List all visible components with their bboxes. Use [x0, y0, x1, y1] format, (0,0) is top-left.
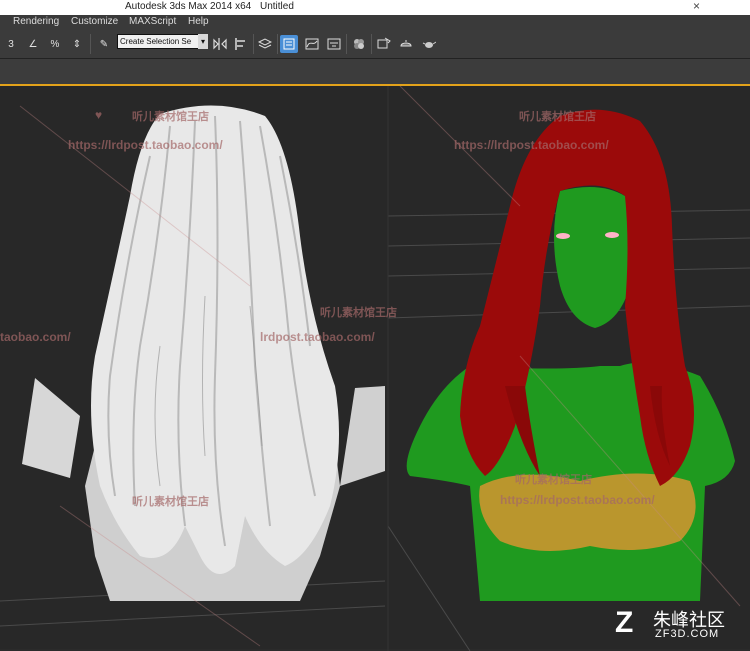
rendered-frame-icon[interactable]	[397, 35, 415, 53]
menu-bar: Rendering Customize MAXScript Help	[0, 15, 750, 30]
material-editor-icon[interactable]	[350, 35, 368, 53]
right-character-model	[406, 109, 735, 601]
left-hair-model	[22, 105, 385, 601]
angle-snap-icon[interactable]: ∠	[24, 35, 42, 53]
percent-snap-icon[interactable]: %	[46, 35, 64, 53]
watermark-heart-icon: ♥	[95, 108, 103, 122]
menu-customize[interactable]: Customize	[71, 16, 118, 27]
toolbar-divider	[346, 34, 347, 54]
brand-url: ZF3D.COM	[655, 628, 720, 640]
named-selection-set-field[interactable]: Create Selection Se	[117, 34, 201, 49]
title-bar: Autodesk 3ds Max 2014 x64 Untitled ×	[0, 0, 750, 15]
command-ribbon-area	[0, 59, 750, 84]
menu-rendering[interactable]: Rendering	[13, 16, 59, 27]
watermark-shop-name: 听儿素材馆王店	[132, 111, 209, 123]
close-icon[interactable]: ×	[693, 0, 700, 13]
site-brand-watermark: Z 朱峰社区 ZF3D.COM	[615, 604, 745, 644]
brand-logo-icon: Z	[615, 606, 634, 639]
toolbar-divider	[253, 34, 254, 54]
app-title: Autodesk 3ds Max 2014 x64	[125, 1, 252, 12]
perspective-viewport[interactable]: ♥ 听儿素材馆王店 https://lrdpost.taobao.com/ ht…	[0, 84, 750, 651]
mirror-icon[interactable]	[211, 35, 229, 53]
schematic-view-icon[interactable]	[325, 35, 343, 53]
render-teapot-icon[interactable]	[420, 35, 438, 53]
toolbar-divider	[277, 34, 278, 54]
watermark-shop-name: 听儿素材馆王店	[132, 496, 209, 508]
chevron-down-icon[interactable]: ▾	[198, 34, 208, 49]
curve-editor-icon[interactable]	[303, 35, 321, 53]
document-title: Untitled	[260, 1, 294, 12]
toolbar-divider	[90, 34, 91, 54]
layer-manager-icon[interactable]	[256, 35, 274, 53]
render-setup-icon[interactable]	[375, 35, 393, 53]
viewport-scene	[0, 86, 750, 651]
main-toolbar: 3 ∠ % ⇕ ✎	[0, 30, 750, 59]
watermark-shop-url: https://lrdpost.taobao.com/	[68, 138, 223, 152]
snaps-toggle-button[interactable]: 3	[2, 35, 20, 53]
watermark-shop-url: lrdpost.taobao.com/	[260, 330, 375, 344]
menu-maxscript[interactable]: MAXScript	[129, 16, 176, 27]
align-icon[interactable]	[232, 35, 250, 53]
spinner-snap-icon[interactable]: ⇕	[68, 35, 86, 53]
watermark-shop-name: 听儿素材馆王店	[515, 474, 592, 486]
watermark-shop-name: 听儿素材馆王店	[519, 111, 596, 123]
menu-help[interactable]: Help	[188, 16, 209, 27]
watermark-shop-url: https://lrdpost.taobao.com/	[454, 138, 609, 152]
watermark-shop-url: taobao.com/	[0, 330, 71, 344]
edit-named-selection-icon[interactable]: ✎	[95, 35, 113, 53]
watermark-shop-url: https://lrdpost.taobao.com/	[500, 493, 655, 507]
watermark-shop-name: 听儿素材馆王店	[320, 307, 397, 319]
scene-explorer-icon[interactable]	[280, 35, 298, 53]
toolbar-divider	[371, 34, 372, 54]
